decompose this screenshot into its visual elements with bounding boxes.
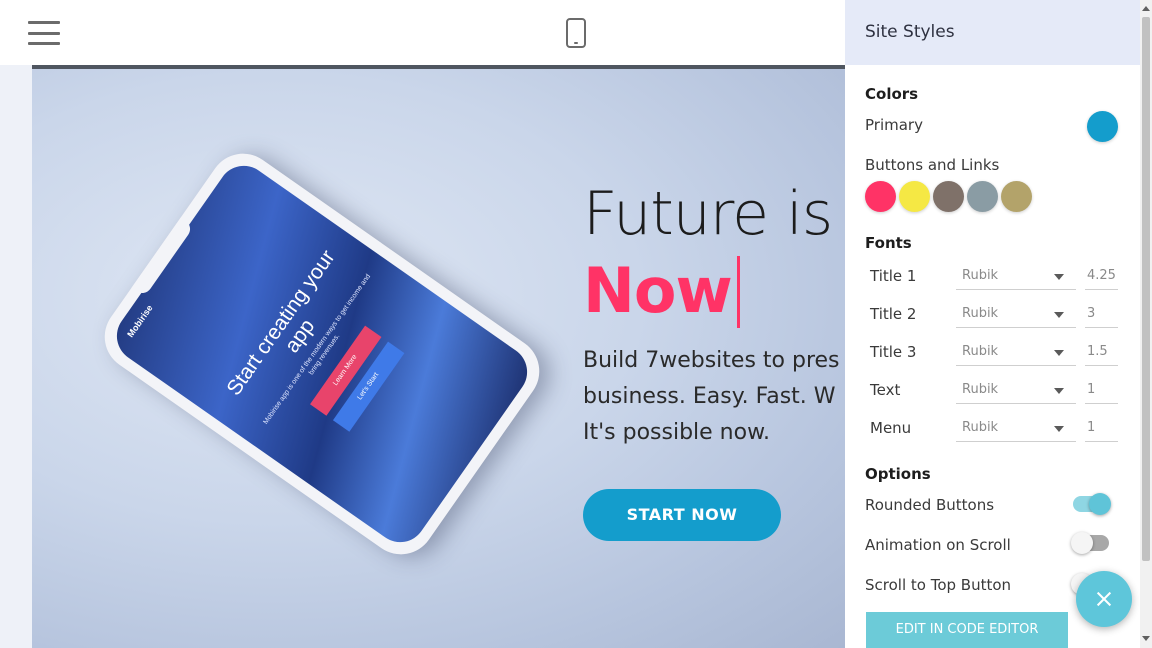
primary-color-label: Primary xyxy=(865,116,923,134)
color-swatch-yellow[interactable] xyxy=(899,181,930,212)
chevron-down-icon xyxy=(1054,312,1064,318)
colors-heading: Colors xyxy=(865,85,919,103)
font-size-input[interactable]: 1 xyxy=(1085,414,1118,442)
color-swatch-olive[interactable] xyxy=(1001,181,1032,212)
font-row-label: Title 3 xyxy=(870,343,917,361)
hero-description[interactable]: Build 7websites to pres business. Easy. … xyxy=(583,343,845,451)
scroll-down-arrow-icon[interactable] xyxy=(1142,636,1150,641)
toggle-knob xyxy=(1071,532,1093,554)
font-size-input[interactable]: 1.5 xyxy=(1085,338,1118,366)
color-swatch-gray[interactable] xyxy=(967,181,998,212)
font-family-value: Rubik xyxy=(962,306,999,321)
edit-in-code-editor-button[interactable]: EDIT IN CODE EDITOR xyxy=(866,612,1068,648)
site-styles-panel: Site Styles Colors Primary Buttons and L… xyxy=(845,0,1140,648)
hero-section: Mobirise Start creating your app Mobiris… xyxy=(32,65,845,648)
font-row-title3: Title 3 Rubik 1.5 xyxy=(865,338,1120,368)
buttons-links-label: Buttons and Links xyxy=(865,156,1000,174)
hero-description-line: business. Easy. Fast. W xyxy=(583,384,836,409)
phone-mockup-screen: Mobirise Start creating your app Mobiris… xyxy=(106,155,538,553)
rounded-buttons-label: Rounded Buttons xyxy=(865,496,995,514)
animation-on-scroll-toggle[interactable] xyxy=(1071,532,1109,554)
color-swatch-brown[interactable] xyxy=(933,181,964,212)
font-row-title2: Title 2 Rubik 3 xyxy=(865,300,1120,330)
chevron-down-icon xyxy=(1054,274,1064,280)
hero-description-line: Build 7websites to pres xyxy=(583,348,840,373)
panel-title: Site Styles xyxy=(845,0,1140,65)
font-family-select[interactable]: Rubik xyxy=(956,376,1076,404)
chevron-down-icon xyxy=(1054,350,1064,356)
font-row-menu: Menu Rubik 1 xyxy=(865,414,1120,444)
font-size-input[interactable]: 4.25 xyxy=(1085,262,1118,290)
phone-mockup-image: Mobirise Start creating your app Mobiris… xyxy=(91,140,553,568)
font-row-label: Title 2 xyxy=(870,305,917,323)
font-family-select[interactable]: Rubik xyxy=(956,300,1076,328)
start-now-button[interactable]: START NOW xyxy=(583,489,781,541)
mockup-brand: Mobirise xyxy=(125,303,155,340)
hero-title-accent[interactable]: Now xyxy=(583,253,733,329)
font-family-select[interactable]: Rubik xyxy=(956,414,1076,442)
hero-description-line: It's possible now. xyxy=(583,420,771,445)
hamburger-menu-icon[interactable] xyxy=(28,21,60,45)
hero-top-strip xyxy=(32,65,845,69)
toggle-knob xyxy=(1089,493,1111,515)
font-row-label: Title 1 xyxy=(870,267,917,285)
font-row-text: Text Rubik 1 xyxy=(865,376,1120,406)
chevron-down-icon xyxy=(1054,388,1064,394)
hero-title[interactable]: Future is xyxy=(583,177,845,251)
text-cursor xyxy=(737,256,740,328)
chevron-down-icon xyxy=(1054,426,1064,432)
options-heading: Options xyxy=(865,465,931,483)
font-family-value: Rubik xyxy=(962,344,999,359)
animation-on-scroll-label: Animation on Scroll xyxy=(865,536,1011,554)
font-row-label: Menu xyxy=(870,419,912,437)
close-icon[interactable] xyxy=(1076,571,1132,627)
scroll-to-top-label: Scroll to Top Button xyxy=(865,576,1012,594)
color-swatch-pink[interactable] xyxy=(865,181,896,212)
font-row-title1: Title 1 Rubik 4.25 xyxy=(865,262,1120,292)
fonts-heading: Fonts xyxy=(865,234,912,252)
scrollbar-thumb[interactable] xyxy=(1142,17,1150,561)
font-family-select[interactable]: Rubik xyxy=(956,262,1076,290)
panel-scrollbar[interactable] xyxy=(1140,0,1152,648)
font-size-input[interactable]: 3 xyxy=(1085,300,1118,328)
font-family-value: Rubik xyxy=(962,382,999,397)
font-row-label: Text xyxy=(870,381,901,399)
scroll-up-arrow-icon[interactable] xyxy=(1142,6,1150,11)
rounded-buttons-toggle[interactable] xyxy=(1073,493,1111,515)
font-family-value: Rubik xyxy=(962,268,999,283)
primary-color-swatch[interactable] xyxy=(1087,111,1118,142)
mobile-phone-icon[interactable] xyxy=(566,18,586,48)
font-family-value: Rubik xyxy=(962,420,999,435)
top-toolbar xyxy=(0,0,845,65)
font-size-input[interactable]: 1 xyxy=(1085,376,1118,404)
font-family-select[interactable]: Rubik xyxy=(956,338,1076,366)
